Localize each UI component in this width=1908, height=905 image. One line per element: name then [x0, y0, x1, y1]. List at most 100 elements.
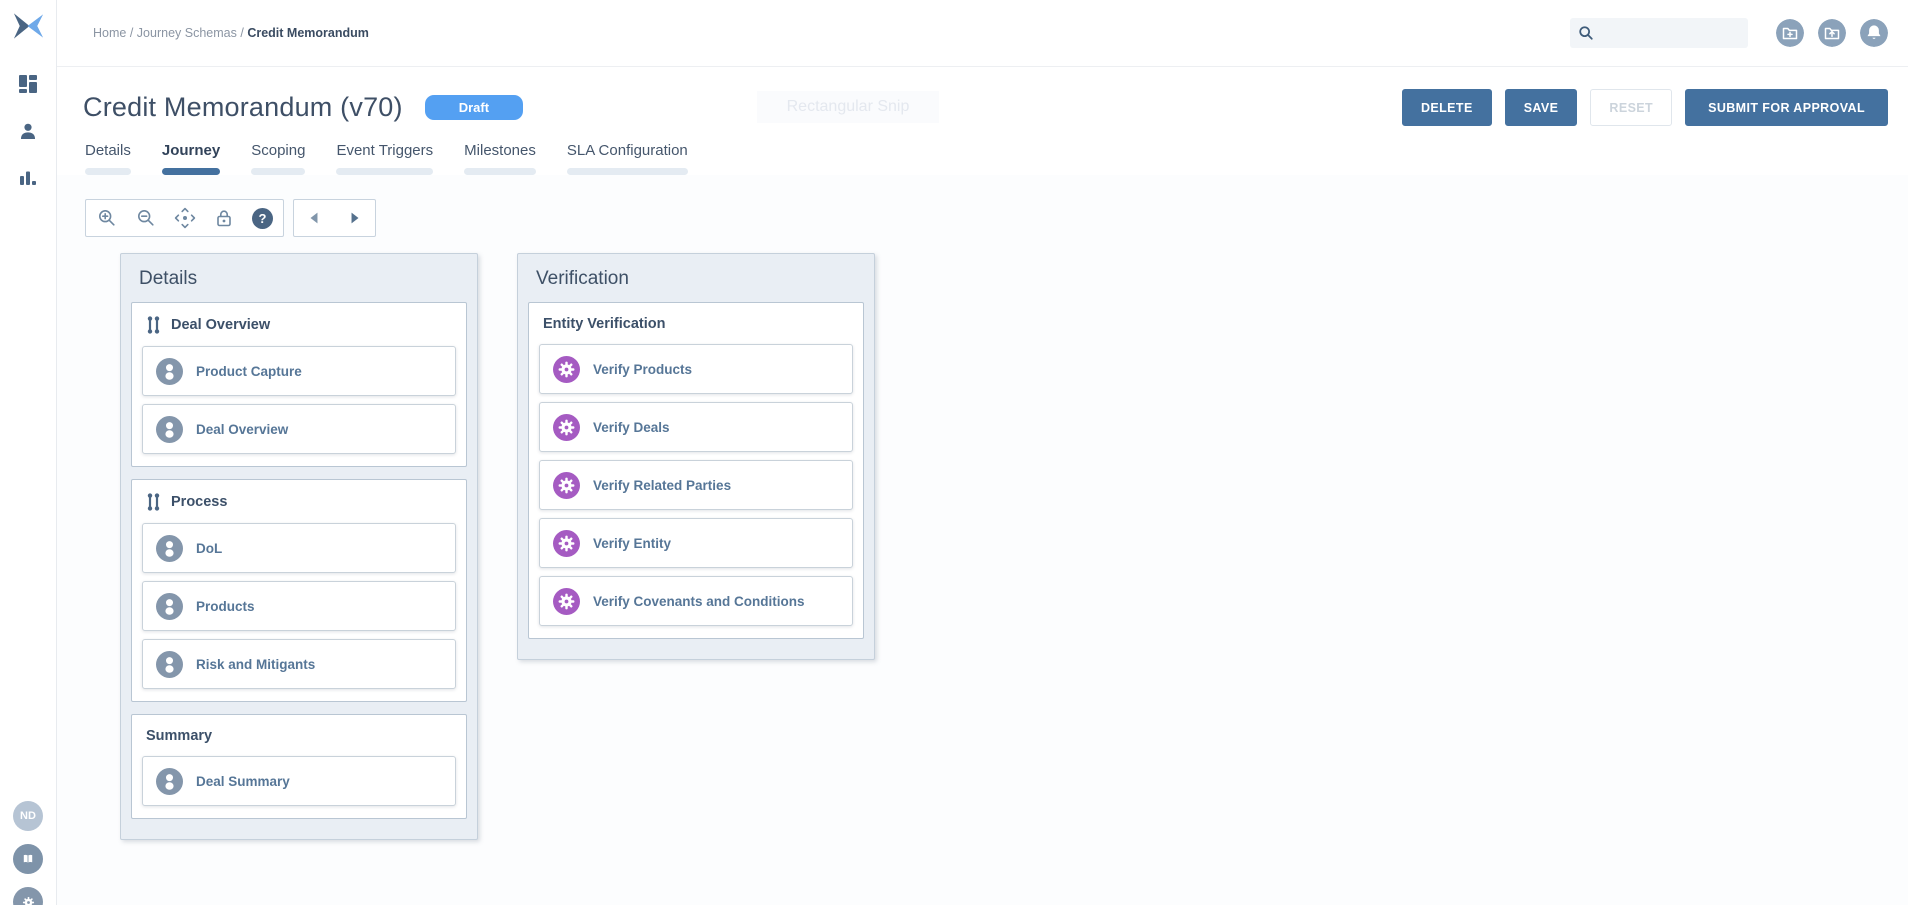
- step-products[interactable]: Products: [142, 581, 456, 631]
- bell-button[interactable]: [1860, 19, 1888, 47]
- gear-icon: [553, 588, 580, 615]
- tab-journey[interactable]: Journey: [160, 142, 222, 175]
- user-icon: [156, 651, 183, 678]
- nav-tool-group: [293, 199, 376, 237]
- sidebar-nav: [17, 73, 39, 189]
- step-dol[interactable]: DoL: [142, 523, 456, 573]
- step-risk-and-mitigants[interactable]: Risk and Mitigants: [142, 639, 456, 689]
- step-verify-deals[interactable]: Verify Deals: [539, 402, 853, 452]
- user-nav-icon[interactable]: [17, 120, 39, 142]
- tab-underline: [567, 168, 688, 175]
- snip-tool-ghost-overlay: Rectangular Snip: [757, 91, 939, 123]
- tab-underline: [251, 168, 305, 175]
- group-process: Process DoL: [131, 479, 467, 702]
- group-entity-verification: Entity Verification: [528, 302, 864, 639]
- header-buttons: DELETE SAVE RESET SUBMIT FOR APPROVAL: [1402, 89, 1888, 126]
- step-verify-products[interactable]: Verify Products: [539, 344, 853, 394]
- drag-handle-icon: [146, 493, 161, 511]
- group-title: Summary: [146, 728, 212, 744]
- zoom-in-icon[interactable]: [96, 207, 118, 229]
- gear-icon: [553, 414, 580, 441]
- tab-scoping[interactable]: Scoping: [249, 142, 307, 175]
- search-box: [1570, 18, 1748, 48]
- search-icon: [1578, 25, 1594, 41]
- step-deal-summary[interactable]: Deal Summary: [142, 756, 456, 806]
- x-logo-icon: [11, 12, 46, 40]
- group-title: Process: [171, 494, 227, 510]
- nav-left-icon[interactable]: [304, 207, 326, 229]
- title-row: Credit Memorandum (v70) Draft DELETE SAV…: [83, 89, 1888, 126]
- gear-icon: [19, 893, 38, 905]
- step-verify-covenants-and-conditions[interactable]: Verify Covenants and Conditions: [539, 576, 853, 626]
- search-input[interactable]: [1600, 26, 1740, 41]
- avatar[interactable]: ND: [13, 801, 43, 831]
- user-icon: [156, 593, 183, 620]
- step-deal-overview[interactable]: Deal Overview: [142, 404, 456, 454]
- breadcrumb-separator: /: [130, 26, 133, 40]
- app-window: ND: [0, 0, 1908, 905]
- topbar-actions: [1570, 18, 1888, 48]
- page-title: Credit Memorandum (v70): [83, 92, 403, 123]
- user-icon: [156, 535, 183, 562]
- folder-upload-button[interactable]: [1818, 19, 1846, 47]
- canvas-toolbar: ?: [85, 199, 1908, 237]
- tab-bar: Details Journey Scoping Event Triggers M…: [83, 142, 1888, 175]
- step-product-capture[interactable]: Product Capture: [142, 346, 456, 396]
- save-button[interactable]: SAVE: [1505, 89, 1578, 126]
- user-icon: [156, 416, 183, 443]
- lane-verification: Verification Entity Verification: [517, 253, 875, 660]
- bar-chart-icon[interactable]: [17, 167, 39, 189]
- folder-plus-button[interactable]: [1776, 19, 1804, 47]
- breadcrumb-separator: /: [240, 26, 243, 40]
- tab-underline: [162, 168, 220, 175]
- tab-underline: [464, 168, 536, 175]
- book-icon: [19, 850, 37, 868]
- lanes-container: Details Deal Overview: [85, 253, 1908, 840]
- delete-button[interactable]: DELETE: [1402, 89, 1492, 126]
- brand-logo[interactable]: [11, 12, 46, 45]
- page-header: Credit Memorandum (v70) Draft DELETE SAV…: [57, 67, 1908, 175]
- group-title: Entity Verification: [543, 316, 665, 332]
- tab-underline: [336, 168, 433, 175]
- journey-canvas: ? Details: [57, 175, 1908, 905]
- tab-underline: [85, 168, 131, 175]
- drag-handle-icon: [146, 316, 161, 334]
- lock-icon[interactable]: [213, 207, 235, 229]
- sidebar: ND: [0, 0, 57, 905]
- pan-icon[interactable]: [174, 207, 196, 229]
- group-deal-overview: Deal Overview Product Capture: [131, 302, 467, 467]
- gear-icon: [553, 530, 580, 557]
- group-title: Deal Overview: [171, 317, 270, 333]
- status-badge: Draft: [425, 95, 523, 120]
- group-header[interactable]: Deal Overview: [132, 303, 466, 346]
- breadcrumb-journey-schemas[interactable]: Journey Schemas: [137, 26, 237, 40]
- step-verify-entity[interactable]: Verify Entity: [539, 518, 853, 568]
- group-header[interactable]: Summary: [132, 715, 466, 756]
- tab-details[interactable]: Details: [83, 142, 133, 175]
- zoom-out-icon[interactable]: [135, 207, 157, 229]
- zoom-tool-group: ?: [85, 199, 284, 237]
- main-area: Home / Journey Schemas / Credit Memorand…: [57, 0, 1908, 905]
- submit-for-approval-button[interactable]: SUBMIT FOR APPROVAL: [1685, 89, 1888, 126]
- nav-right-icon[interactable]: [343, 207, 365, 229]
- tab-sla-configuration[interactable]: SLA Configuration: [565, 142, 690, 175]
- docs-button[interactable]: [13, 844, 43, 874]
- tab-event-triggers[interactable]: Event Triggers: [334, 142, 435, 175]
- help-icon[interactable]: ?: [252, 208, 273, 229]
- topbar: Home / Journey Schemas / Credit Memorand…: [57, 0, 1908, 67]
- group-header[interactable]: Entity Verification: [529, 303, 863, 344]
- lane-title: Details: [121, 254, 477, 302]
- step-verify-related-parties[interactable]: Verify Related Parties: [539, 460, 853, 510]
- sidebar-bottom: ND: [13, 801, 43, 905]
- lane-details: Details Deal Overview: [120, 253, 478, 840]
- gear-icon: [553, 472, 580, 499]
- user-icon: [156, 768, 183, 795]
- tab-milestones[interactable]: Milestones: [462, 142, 538, 175]
- reset-button[interactable]: RESET: [1590, 89, 1672, 126]
- settings-button[interactable]: [13, 887, 43, 905]
- group-header[interactable]: Process: [132, 480, 466, 523]
- breadcrumb-home[interactable]: Home: [93, 26, 126, 40]
- group-summary: Summary Deal Summary: [131, 714, 467, 819]
- dashboard-icon[interactable]: [17, 73, 39, 95]
- breadcrumb: Home / Journey Schemas / Credit Memorand…: [93, 26, 369, 40]
